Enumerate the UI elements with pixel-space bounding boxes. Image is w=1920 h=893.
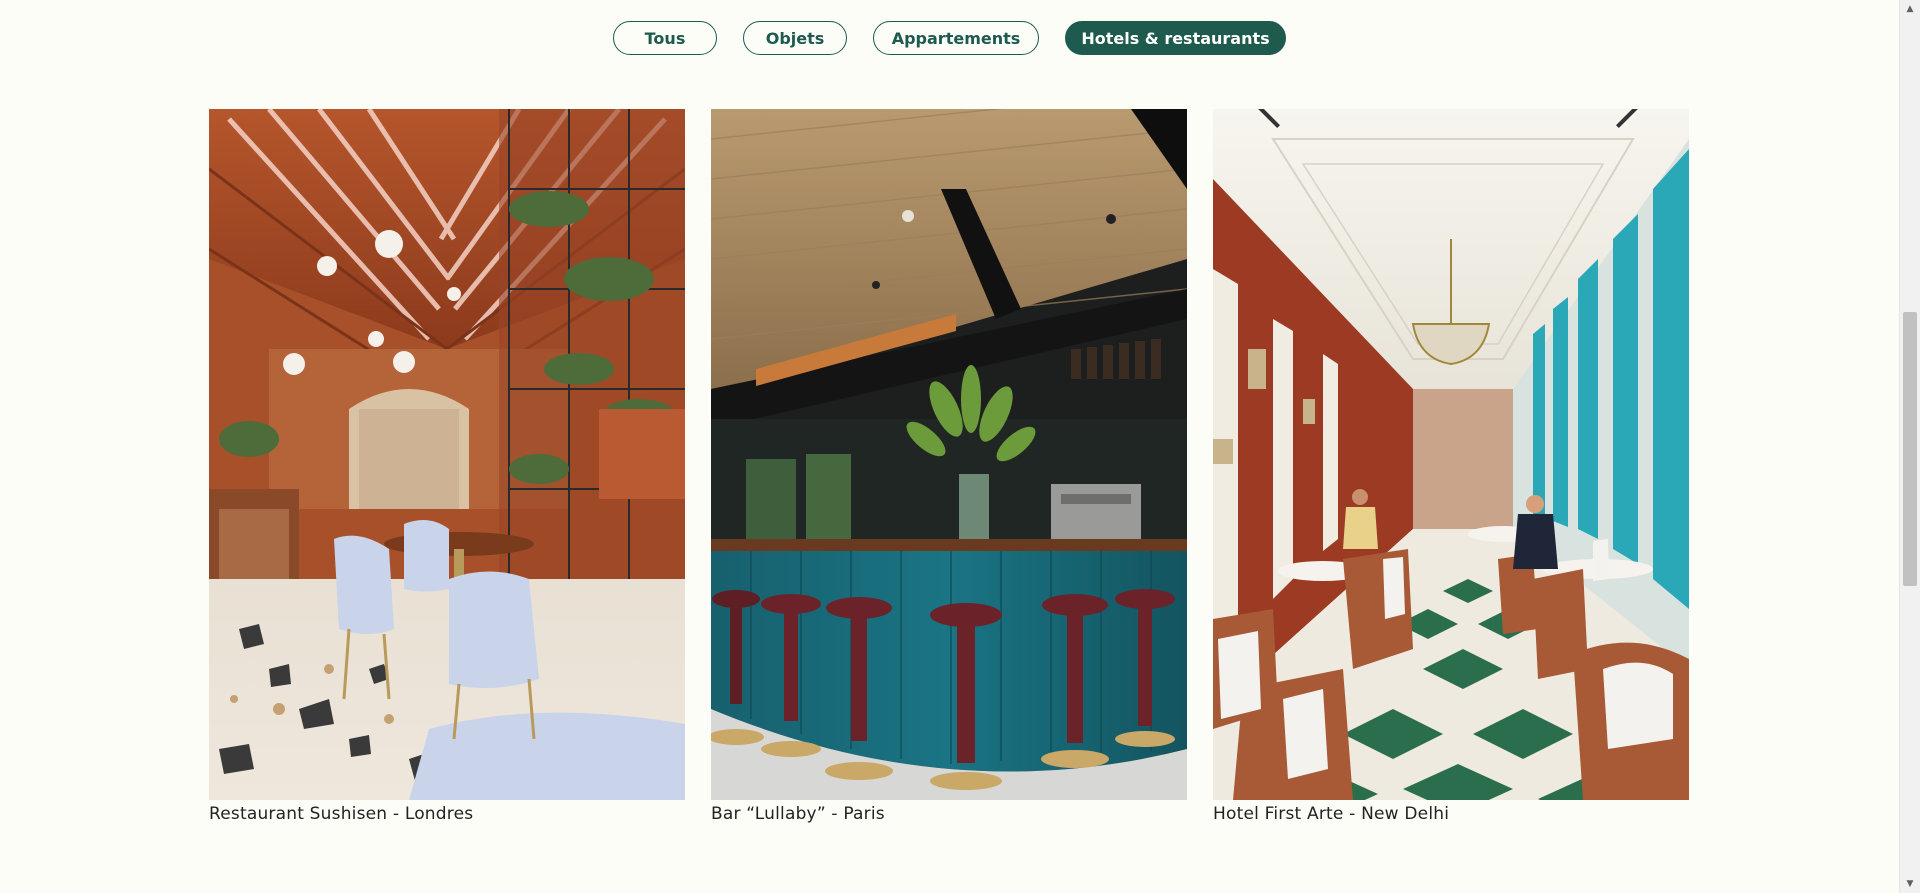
filter-tous-button[interactable]: Tous	[613, 21, 717, 55]
gallery-caption: Hotel First Arte - New Delhi	[1213, 804, 1450, 824]
scrollbar-thumb[interactable]	[1903, 312, 1917, 586]
restaurant-interior-photo[interactable]	[209, 109, 685, 800]
page: Tous Objets Appartements Hotels & restau…	[0, 0, 1920, 893]
filter-appartements-button[interactable]: Appartements	[873, 21, 1039, 55]
hotel-dining-hall-photo[interactable]	[1213, 109, 1689, 800]
filter-objets-button[interactable]: Objets	[743, 21, 847, 55]
gallery-card-hotel-first-arte[interactable]: Hotel First Arte - New Delhi	[1213, 109, 1689, 824]
category-filter-bar: Tous Objets Appartements Hotels & restau…	[613, 21, 1286, 55]
gallery-card-bar-lullaby[interactable]: Bar “Lullaby” - Paris	[711, 109, 1187, 824]
vertical-scrollbar[interactable]: ▲ ▼	[1899, 0, 1920, 893]
gallery-caption: Bar “Lullaby” - Paris	[711, 804, 885, 824]
bar-interior-photo[interactable]	[711, 109, 1187, 800]
project-gallery: Restaurant Sushisen - Londres Bar “Lulla…	[209, 109, 1689, 824]
filter-hotels-restaurants-button[interactable]: Hotels & restaurants	[1065, 21, 1286, 55]
scroll-up-arrow-icon[interactable]: ▲	[1900, 0, 1920, 18]
gallery-card-restaurant-sushisen[interactable]: Restaurant Sushisen - Londres	[209, 109, 685, 824]
gallery-caption: Restaurant Sushisen - Londres	[209, 804, 474, 824]
scroll-down-arrow-icon[interactable]: ▼	[1900, 875, 1920, 893]
